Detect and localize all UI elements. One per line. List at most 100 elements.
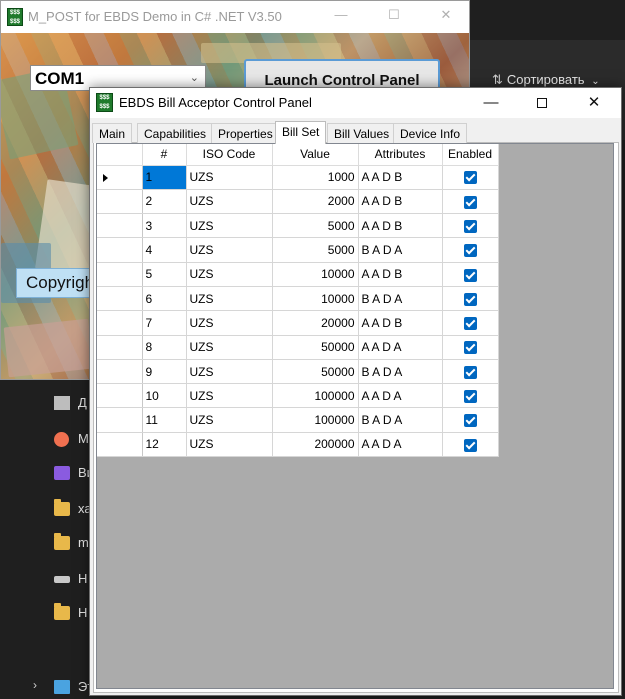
- tab-properties[interactable]: Properties: [211, 123, 280, 143]
- enabled-checkbox[interactable]: [463, 268, 477, 282]
- table-row[interactable]: 1 UZS 1000 A A D B: [97, 165, 499, 190]
- table-row[interactable]: 3 UZS 5000 A A D B: [97, 213, 499, 239]
- table-row[interactable]: 7 UZS 20000 A A D B: [97, 310, 499, 336]
- enabled-checkbox[interactable]: [463, 244, 477, 258]
- cell-number[interactable]: 12: [142, 432, 187, 458]
- cell-number[interactable]: 5: [142, 262, 187, 287]
- cell-value[interactable]: 200000: [272, 432, 359, 458]
- row-header[interactable]: [97, 213, 143, 239]
- enabled-checkbox[interactable]: [463, 195, 477, 209]
- cell-value[interactable]: 10000: [272, 286, 359, 312]
- enabled-checkbox[interactable]: [463, 317, 477, 331]
- cell-number[interactable]: 2: [142, 189, 187, 215]
- cell-iso-code[interactable]: UZS: [186, 237, 273, 263]
- close-button[interactable]: ✕: [431, 7, 461, 27]
- row-header[interactable]: [97, 237, 143, 263]
- enabled-checkbox[interactable]: [463, 438, 477, 452]
- row-header[interactable]: [97, 189, 143, 215]
- cell-attributes[interactable]: A A D A: [358, 383, 443, 409]
- bill-set-grid[interactable]: # ISO Code Value Attributes Enabled 1 UZS…: [96, 143, 614, 689]
- cell-number[interactable]: 9: [142, 359, 187, 385]
- cell-attributes[interactable]: A A D B: [358, 213, 443, 239]
- cell-attributes[interactable]: A A D A: [358, 335, 443, 360]
- table-row[interactable]: 4 UZS 5000 B A D A: [97, 237, 499, 263]
- control-panel-titlebar[interactable]: $$$ $$$ EBDS Bill Acceptor Control Panel …: [90, 88, 621, 118]
- cell-attributes[interactable]: A A D B: [358, 310, 443, 336]
- cell-value[interactable]: 50000: [272, 359, 359, 385]
- column-header-attributes[interactable]: Attributes: [358, 144, 443, 166]
- cell-iso-code[interactable]: UZS: [186, 335, 273, 360]
- row-header[interactable]: [97, 262, 143, 287]
- row-header-corner[interactable]: [97, 144, 143, 166]
- cell-value[interactable]: 5000: [272, 237, 359, 263]
- cell-attributes[interactable]: A A D B: [358, 189, 443, 215]
- table-row[interactable]: 9 UZS 50000 B A D A: [97, 359, 499, 385]
- column-header-value[interactable]: Value: [272, 144, 359, 166]
- close-button[interactable]: ✕: [576, 92, 612, 114]
- cell-iso-code[interactable]: UZS: [186, 189, 273, 215]
- cell-number[interactable]: 7: [142, 310, 187, 336]
- maximize-button[interactable]: ☐: [379, 7, 409, 27]
- cell-attributes[interactable]: A A D A: [358, 432, 443, 458]
- cell-attributes[interactable]: B A D A: [358, 286, 443, 312]
- column-header-num[interactable]: #: [142, 144, 187, 166]
- cell-iso-code[interactable]: UZS: [186, 165, 273, 190]
- cell-value[interactable]: 20000: [272, 310, 359, 336]
- row-header[interactable]: [97, 383, 143, 409]
- cell-value[interactable]: 100000: [272, 383, 359, 409]
- cell-number[interactable]: 6: [142, 286, 187, 312]
- cell-attributes[interactable]: B A D A: [358, 237, 443, 263]
- table-row[interactable]: 6 UZS 10000 B A D A: [97, 286, 499, 312]
- cell-attributes[interactable]: B A D A: [358, 359, 443, 385]
- minimize-button[interactable]: —: [473, 92, 509, 114]
- cell-attributes[interactable]: A A D B: [358, 262, 443, 287]
- row-header[interactable]: [97, 407, 143, 433]
- cell-number[interactable]: 4: [142, 237, 187, 263]
- row-header[interactable]: [97, 432, 143, 458]
- minimize-button[interactable]: —: [326, 7, 356, 27]
- column-header-enabled[interactable]: Enabled: [442, 144, 499, 166]
- cell-iso-code[interactable]: UZS: [186, 262, 273, 287]
- cell-value[interactable]: 1000: [272, 165, 359, 190]
- table-row[interactable]: 11 UZS 100000 B A D A: [97, 407, 499, 433]
- cell-iso-code[interactable]: UZS: [186, 432, 273, 458]
- cell-number[interactable]: 1: [142, 165, 187, 190]
- enabled-checkbox[interactable]: [463, 414, 477, 428]
- table-row[interactable]: 12 UZS 200000 A A D A: [97, 432, 499, 458]
- tab-bill-set[interactable]: Bill Set: [275, 121, 327, 144]
- row-header[interactable]: [97, 310, 143, 336]
- enabled-checkbox[interactable]: [463, 365, 477, 379]
- cell-iso-code[interactable]: UZS: [186, 359, 273, 385]
- main-titlebar[interactable]: $$$ $$$ M_POST for EBDS Demo in C# .NET V…: [1, 1, 469, 33]
- cell-iso-code[interactable]: UZS: [186, 286, 273, 312]
- enabled-checkbox[interactable]: [463, 341, 477, 355]
- tab-capabilities[interactable]: Capabilities: [137, 123, 214, 143]
- column-header-iso[interactable]: ISO Code: [186, 144, 273, 166]
- row-header[interactable]: [97, 335, 143, 360]
- row-header[interactable]: [97, 286, 143, 312]
- cell-iso-code[interactable]: UZS: [186, 213, 273, 239]
- row-header[interactable]: [97, 165, 143, 190]
- cell-attributes[interactable]: B A D A: [358, 407, 443, 433]
- enabled-checkbox[interactable]: [463, 292, 477, 306]
- maximize-button[interactable]: [524, 92, 560, 114]
- table-row[interactable]: 10 UZS 100000 A A D A: [97, 383, 499, 409]
- enabled-checkbox[interactable]: [463, 171, 477, 185]
- cell-value[interactable]: 100000: [272, 407, 359, 433]
- table-row[interactable]: 2 UZS 2000 A A D B: [97, 189, 499, 215]
- cell-iso-code[interactable]: UZS: [186, 383, 273, 409]
- cell-attributes[interactable]: A A D B: [358, 165, 443, 190]
- enabled-checkbox[interactable]: [463, 219, 477, 233]
- cell-value[interactable]: 2000: [272, 189, 359, 215]
- table-row[interactable]: 8 UZS 50000 A A D A: [97, 335, 499, 360]
- table-row[interactable]: 5 UZS 10000 A A D B: [97, 262, 499, 287]
- tab-main[interactable]: Main: [92, 123, 133, 143]
- row-header[interactable]: [97, 359, 143, 385]
- sort-button[interactable]: ⇅ Сортировать ⌄: [492, 72, 600, 88]
- cell-value[interactable]: 5000: [272, 213, 359, 239]
- cell-iso-code[interactable]: UZS: [186, 407, 273, 433]
- tab-device-info[interactable]: Device Info: [393, 123, 468, 143]
- cell-number[interactable]: 8: [142, 335, 187, 360]
- copyright-button[interactable]: Copyright: [16, 268, 96, 298]
- cell-iso-code[interactable]: UZS: [186, 310, 273, 336]
